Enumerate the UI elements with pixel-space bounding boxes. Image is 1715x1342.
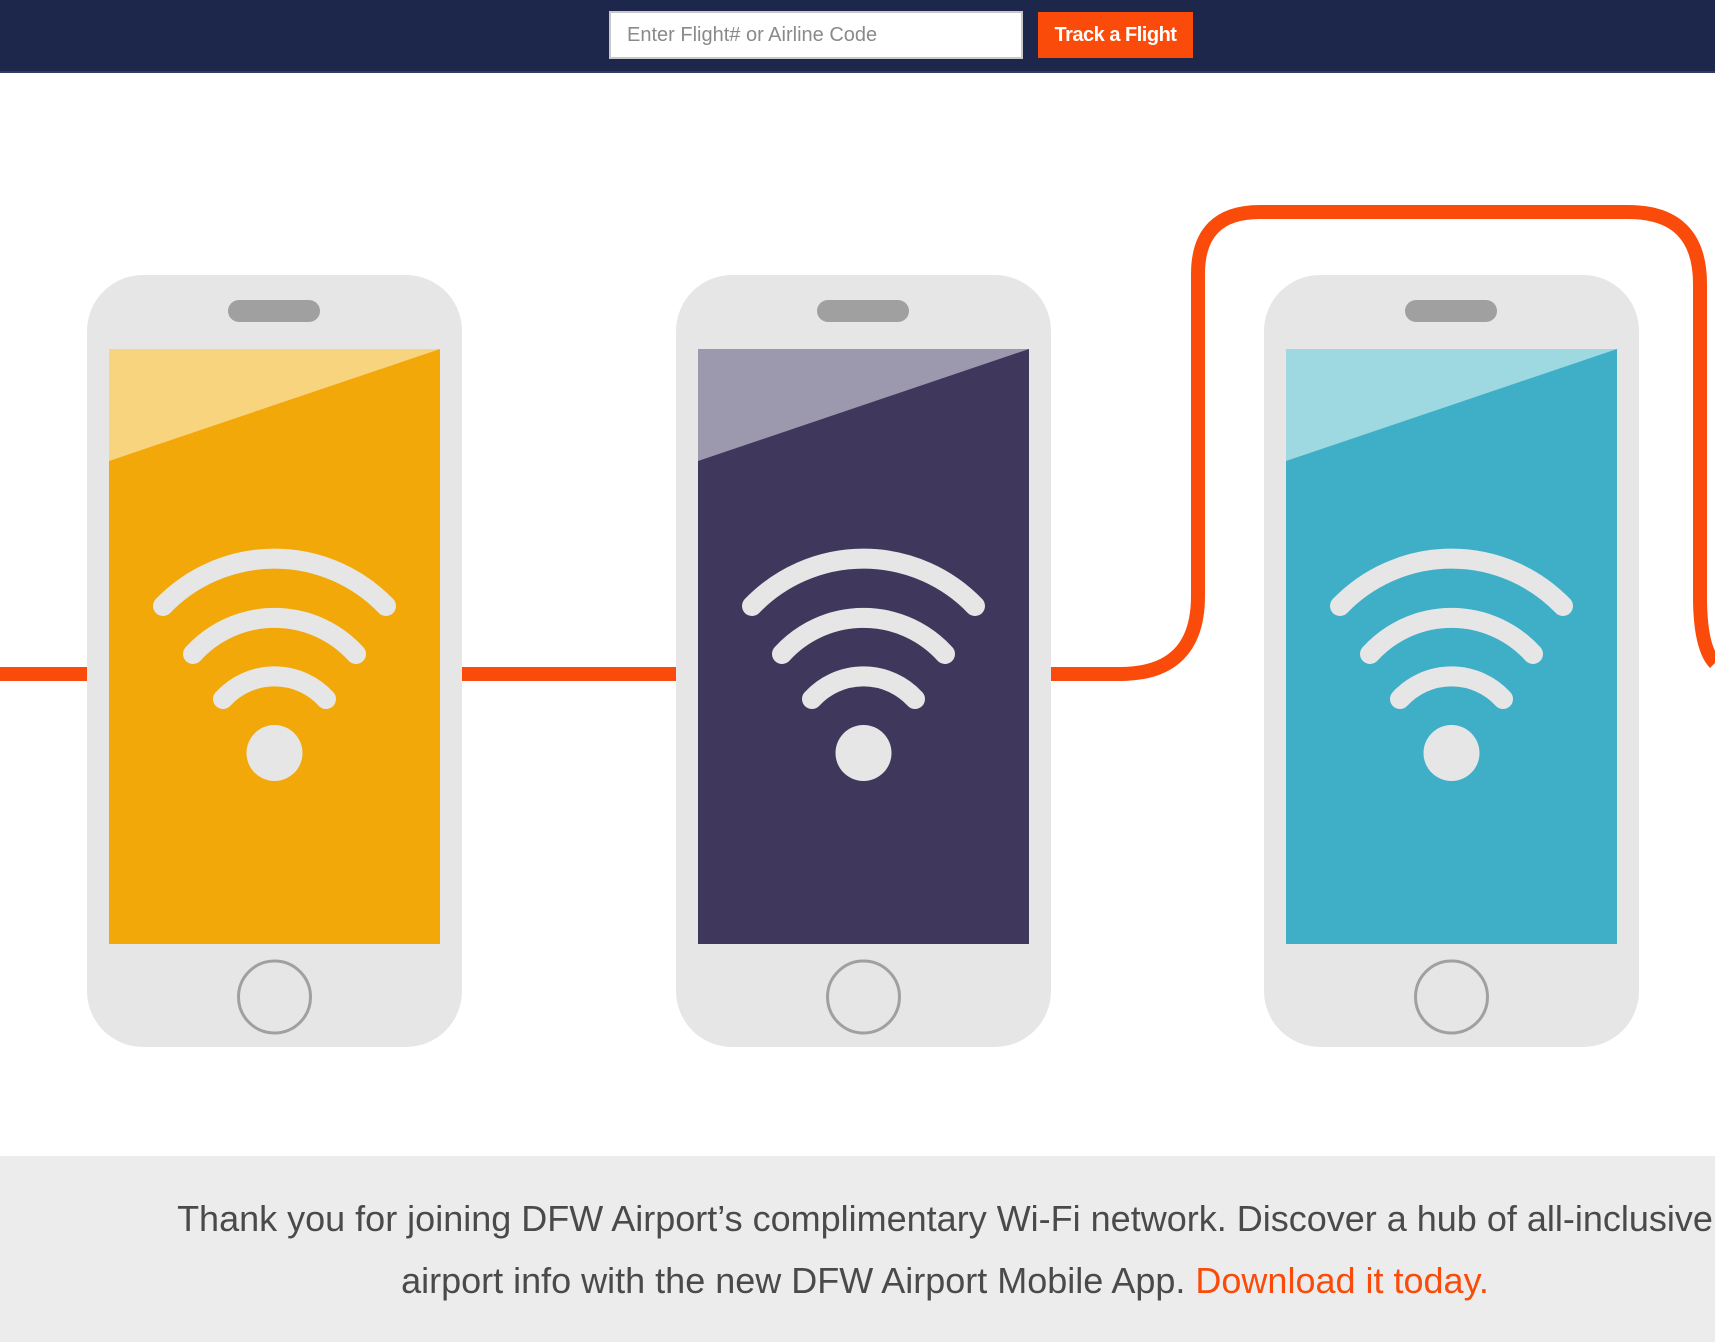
phone-yellow: [87, 275, 462, 1047]
track-flight-button[interactable]: Track a Flight: [1038, 12, 1193, 58]
wifi-dot: [835, 725, 892, 781]
phone-speaker: [817, 300, 909, 322]
top-header: Track a Flight: [0, 0, 1715, 73]
welcome-message-line-1: Thank you for joining DFW Airport’s comp…: [177, 1198, 1713, 1239]
phone-purple: [676, 275, 1051, 1047]
flight-search-input[interactable]: [609, 11, 1023, 59]
phone-teal: [1264, 275, 1639, 1047]
phone-speaker: [228, 300, 320, 322]
welcome-message-line-2-text: airport info with the new DFW Airport Mo…: [401, 1260, 1196, 1301]
welcome-message-band: Thank you for joining DFW Airport’s comp…: [0, 1156, 1715, 1342]
download-app-link[interactable]: Download it today.: [1195, 1260, 1489, 1301]
welcome-message-line-2: airport info with the new DFW Airport Mo…: [0, 1250, 1715, 1312]
welcome-message: Thank you for joining DFW Airport’s comp…: [0, 1188, 1715, 1312]
wifi-hero-illustration: [0, 73, 1715, 1156]
wifi-dot: [1423, 725, 1480, 781]
wifi-dot: [246, 725, 303, 781]
phone-speaker: [1405, 300, 1497, 322]
